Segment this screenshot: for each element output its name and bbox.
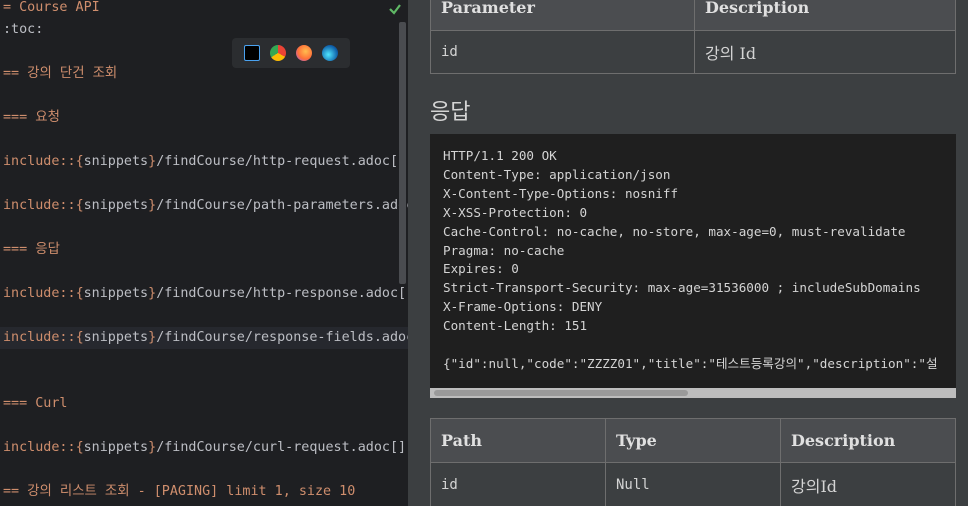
firefox-icon[interactable] xyxy=(296,45,312,61)
include-path: /findCourse/response-fields.adoc xyxy=(156,330,408,345)
snippet-attr: snippets xyxy=(83,330,149,345)
browser-preview-toolbar xyxy=(232,38,350,68)
editor-line-response[interactable]: === 응답 xyxy=(3,239,60,261)
table-cell: 강의Id xyxy=(780,462,956,506)
table-header: Path xyxy=(430,418,606,463)
snippet-attr: snippets xyxy=(83,440,149,455)
editor-vertical-scrollbar[interactable] xyxy=(399,22,406,284)
path-parameters-table: Parameter Description id 강의 Id xyxy=(430,0,956,74)
brace-open: { xyxy=(75,330,84,345)
table-header: Description xyxy=(780,418,956,463)
split-divider[interactable] xyxy=(408,0,415,506)
include-keyword: include:: xyxy=(3,330,76,345)
include-keyword: include:: xyxy=(3,440,76,455)
editor-line-toc[interactable]: :toc: xyxy=(3,19,43,41)
table-header: Type xyxy=(605,418,781,463)
http-response-text: HTTP/1.1 200 OK Content-Type: applicatio… xyxy=(443,148,938,371)
brace-open: { xyxy=(75,154,84,169)
scrollbar-thumb[interactable] xyxy=(434,390,688,396)
include-keyword: include:: xyxy=(3,154,76,169)
response-fields-table: Path Type Description id Null 강의Id xyxy=(430,418,956,506)
listing-horizontal-scrollbar[interactable] xyxy=(430,388,956,398)
editor-line-include[interactable]: include::{snippets}/findCourse/http-requ… xyxy=(3,151,406,173)
intellij-icon[interactable] xyxy=(244,45,260,61)
brace-close: } xyxy=(148,330,157,345)
edge-icon[interactable] xyxy=(322,45,338,61)
include-path: /findCourse/http-request.adoc[] xyxy=(156,154,407,169)
editor-line-title[interactable]: = Course API xyxy=(3,0,100,19)
editor-line-curl[interactable]: === Curl xyxy=(3,393,68,415)
editor-line-include-current[interactable]: include::{snippets}/findCourse/response-… xyxy=(0,327,408,349)
editor-line-include[interactable]: include::{snippets}/findCourse/http-resp… xyxy=(3,283,408,305)
editor-line-section-single[interactable]: == 강의 단건 조회 xyxy=(3,63,117,85)
brace-close: } xyxy=(148,198,157,213)
table-header: Description xyxy=(694,0,956,31)
include-path: /findCourse/http-response.adoc[] xyxy=(156,286,408,301)
table-cell: id xyxy=(430,462,606,506)
include-keyword: include:: xyxy=(3,198,76,213)
editor-line-section-list[interactable]: == 강의 리스트 조회 - [PAGING] limit 1, size 10 xyxy=(3,481,355,503)
check-icon xyxy=(389,4,401,15)
brace-open: { xyxy=(75,198,84,213)
snippet-attr: snippets xyxy=(83,286,149,301)
snippet-attr: snippets xyxy=(83,198,149,213)
asciidoc-editor[interactable]: = Course API :toc: == 강의 단건 조회 === 요청 in… xyxy=(0,0,408,506)
include-keyword: include:: xyxy=(3,286,76,301)
include-path: /findCourse/curl-request.adoc[] xyxy=(156,440,407,455)
snippet-attr: snippets xyxy=(83,154,149,169)
editor-line-request[interactable]: === 요청 xyxy=(3,107,60,129)
table-cell: id xyxy=(430,30,695,74)
editor-line-include[interactable]: include::{snippets}/findCourse/curl-requ… xyxy=(3,437,406,459)
brace-open: { xyxy=(75,440,84,455)
table-header: Parameter xyxy=(430,0,695,31)
table-cell: Null xyxy=(605,462,781,506)
asciidoc-preview: Parameter Description id 강의 Id 응답 HTTP/1… xyxy=(415,0,968,506)
response-heading: 응답 xyxy=(430,100,471,125)
editor-line-include[interactable]: include::{snippets}/findCourse/path-para… xyxy=(3,195,408,217)
brace-open: { xyxy=(75,286,84,301)
chrome-icon[interactable] xyxy=(270,45,286,61)
brace-close: } xyxy=(148,286,157,301)
http-response-listing: HTTP/1.1 200 OK Content-Type: applicatio… xyxy=(430,134,956,398)
brace-close: } xyxy=(148,154,157,169)
include-path: /findCourse/path-parameters.adoc xyxy=(156,198,408,213)
brace-close: } xyxy=(148,440,157,455)
table-cell: 강의 Id xyxy=(694,30,956,74)
